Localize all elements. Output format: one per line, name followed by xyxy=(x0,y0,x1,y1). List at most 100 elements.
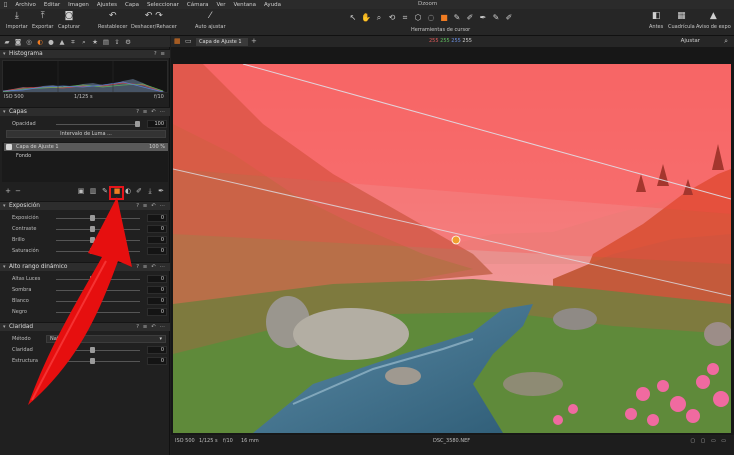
section-tools[interactable]: ? ≡ ↶ ⋯ xyxy=(136,109,166,115)
variant-select[interactable]: Capa de Ajuste 1 xyxy=(196,38,248,46)
structure-value[interactable]: 0 xyxy=(147,357,167,365)
image-viewer[interactable] xyxy=(171,47,734,435)
layer-item-adjustment[interactable]: Capa de Ajuste 1 100 % xyxy=(4,143,168,151)
color-picker-tool-icon[interactable]: ✐ xyxy=(504,13,514,23)
menu-seleccionar[interactable]: Seleccionar xyxy=(143,2,183,8)
menu-capa[interactable]: Capa xyxy=(121,2,143,8)
layer-mask-tool-icon[interactable]: ■ xyxy=(439,13,449,23)
highlights-value[interactable]: 0 xyxy=(147,275,167,283)
wb-picker-tool-icon[interactable]: ✎ xyxy=(491,13,501,23)
camera-tab-icon[interactable]: ◙ xyxy=(14,38,22,46)
tool-tabs: ▰ ◙ ◎ ◐ ● ▲ ⌗ ⌕ ★ ▤ ⇪ ⚙ xyxy=(0,36,170,47)
layer-visibility-checkbox[interactable] xyxy=(6,144,12,150)
pan-tool-icon[interactable]: ✋ xyxy=(361,13,371,23)
viewer-grid-icon[interactable]: ▦ xyxy=(174,37,181,45)
viewer-toolbar: ▦ ▭ Capa de Ajuste 1 + 255 255 255 255 A… xyxy=(171,36,734,47)
black-value[interactable]: 0 xyxy=(147,308,167,316)
output-tab-icon[interactable]: ⇪ xyxy=(113,38,121,46)
clarity-value[interactable]: 0 xyxy=(147,346,167,354)
reset-button[interactable]: ↶ Restablecer xyxy=(98,11,127,30)
import-button[interactable]: ⤓ Importar xyxy=(6,11,28,30)
exposure-warning-button[interactable]: ▲ Aviso de expo xyxy=(696,11,731,30)
export-label: Exportar xyxy=(32,24,54,30)
luminance-value: 255 xyxy=(462,38,472,44)
pointer-tool-icon[interactable]: ↖ xyxy=(348,13,358,23)
viewer-single-icon[interactable]: ▭ xyxy=(185,37,192,45)
menu-camara[interactable]: Cámara xyxy=(183,2,213,8)
grid-button[interactable]: ▦ Cuadrícula xyxy=(668,11,695,30)
histogram-shutter: 1/125 s xyxy=(74,94,93,100)
layer-list: Capa de Ajuste 1 100 % Fondo xyxy=(2,142,168,182)
histogram-header[interactable]: ▾ Histograma ? ≡ xyxy=(0,49,170,58)
status-view-icons[interactable]: ▢ ▢ ▭ ▭ xyxy=(690,438,728,444)
exposure-value[interactable]: 0 xyxy=(147,214,167,222)
menu-ajustes[interactable]: Ajustes xyxy=(93,2,121,8)
shadow-value[interactable]: 0 xyxy=(147,286,167,294)
layer-name: Fondo xyxy=(16,153,32,159)
viewer-status-bar: ISO 500 1/125 s f/10 16 mm DSC_3580.NEF … xyxy=(171,436,734,455)
rotate-tool-icon[interactable]: ⟲ xyxy=(387,13,397,23)
opacity-slider-thumb[interactable] xyxy=(135,121,140,127)
rgb-readout: 255 255 255 255 xyxy=(429,38,472,44)
green-value: 255 xyxy=(440,38,450,44)
crop-tab-icon[interactable]: ⌗ xyxy=(69,38,77,46)
section-tools[interactable]: ? ≡ xyxy=(154,51,166,57)
photo-canvas[interactable] xyxy=(173,64,731,433)
opacity-label: Opacidad xyxy=(12,121,36,127)
folder-tab-icon[interactable]: ▰ xyxy=(3,38,11,46)
menu-imagen[interactable]: Imagen xyxy=(64,2,93,8)
auto-adjust-label: Auto ajustar xyxy=(195,24,226,30)
settings-tab-icon[interactable]: ⚙ xyxy=(124,38,132,46)
white-value[interactable]: 0 xyxy=(147,297,167,305)
opacity-value[interactable]: 100 xyxy=(147,120,167,128)
main-toolbar: ⤓ Importar ⤒ Exportar ◙ Capturar ↶ Resta… xyxy=(0,9,734,36)
picker-tool-icon[interactable]: ✐ xyxy=(465,13,475,23)
exposure-tab-icon[interactable]: ◐ xyxy=(36,38,44,46)
zoom-icon[interactable]: ⌕ xyxy=(724,37,728,46)
brightness-value[interactable]: 0 xyxy=(147,236,167,244)
auto-adjust-button[interactable]: ⁄ Auto ajustar xyxy=(195,11,226,30)
capture-button[interactable]: ◙ Capturar xyxy=(58,11,80,30)
menu-ver[interactable]: Ver xyxy=(212,2,229,8)
eyedropper-tool-icon[interactable]: ✒ xyxy=(478,13,488,23)
undo-redo-label: Deshacer/Rehacer xyxy=(131,24,177,30)
red-annotation-arrow xyxy=(28,197,132,405)
layers-header[interactable]: ▾ Capas ? ≡ ↶ ⋯ xyxy=(0,107,170,116)
histogram-aperture: f/10 xyxy=(154,94,164,100)
color-tab-icon[interactable]: ● xyxy=(47,38,55,46)
grid-label: Cuadrícula xyxy=(668,24,695,30)
add-variant-icon[interactable]: + xyxy=(251,37,257,45)
luma-range-button[interactable]: Intervalo de Luma ... xyxy=(6,130,166,138)
layer-name: Capa de Ajuste 1 xyxy=(16,144,59,150)
search-tab-icon[interactable]: ⌕ xyxy=(80,38,88,46)
saturation-value[interactable]: 0 xyxy=(147,247,167,255)
undo-redo-button[interactable]: ↶ ↷ Deshacer/Rehacer xyxy=(131,11,177,30)
keystone-tool-icon[interactable]: ⬡ xyxy=(413,13,423,23)
details-tab-icon[interactable]: ▲ xyxy=(58,38,66,46)
menu-editar[interactable]: Editar xyxy=(40,2,64,8)
lens-tab-icon[interactable]: ◎ xyxy=(25,38,33,46)
blue-value: 255 xyxy=(451,38,461,44)
export-button[interactable]: ⤒ Exportar xyxy=(32,11,54,30)
add-layer-icon[interactable]: + xyxy=(4,187,12,196)
layer-item-background[interactable]: Fondo xyxy=(4,152,168,160)
apple-menu-icon[interactable]:  xyxy=(0,2,11,8)
menu-archivo[interactable]: Archivo xyxy=(11,2,40,8)
menu-ventana[interactable]: Ventana xyxy=(229,2,260,8)
camera-icon: ◙ xyxy=(64,11,74,21)
opacity-slider-track[interactable] xyxy=(56,124,140,125)
pick-mask-icon[interactable]: ✒ xyxy=(157,187,165,196)
metadata-tab-icon[interactable]: ▤ xyxy=(102,38,110,46)
before-after-button[interactable]: ◧ Antes xyxy=(649,11,663,30)
brush-tool-icon[interactable]: ✎ xyxy=(452,13,462,23)
fit-zoom-label[interactable]: Ajustar xyxy=(681,38,700,44)
menu-ayuda[interactable]: Ayuda xyxy=(260,2,285,8)
window-title: Dzoom xyxy=(418,1,438,7)
contrast-value[interactable]: 0 xyxy=(147,225,167,233)
crop-tool-icon[interactable]: ⌗ xyxy=(400,13,410,23)
spot-tool-icon[interactable]: ◌ xyxy=(426,13,436,23)
star-tab-icon[interactable]: ★ xyxy=(91,38,99,46)
cursor-tools-group: ↖ ✋ ⌕ ⟲ ⌗ ⬡ ◌ ■ ✎ ✐ ✒ ✎ ✐ xyxy=(348,12,514,24)
layers-title: Capas xyxy=(9,109,27,115)
zoom-tool-icon[interactable]: ⌕ xyxy=(374,13,384,23)
